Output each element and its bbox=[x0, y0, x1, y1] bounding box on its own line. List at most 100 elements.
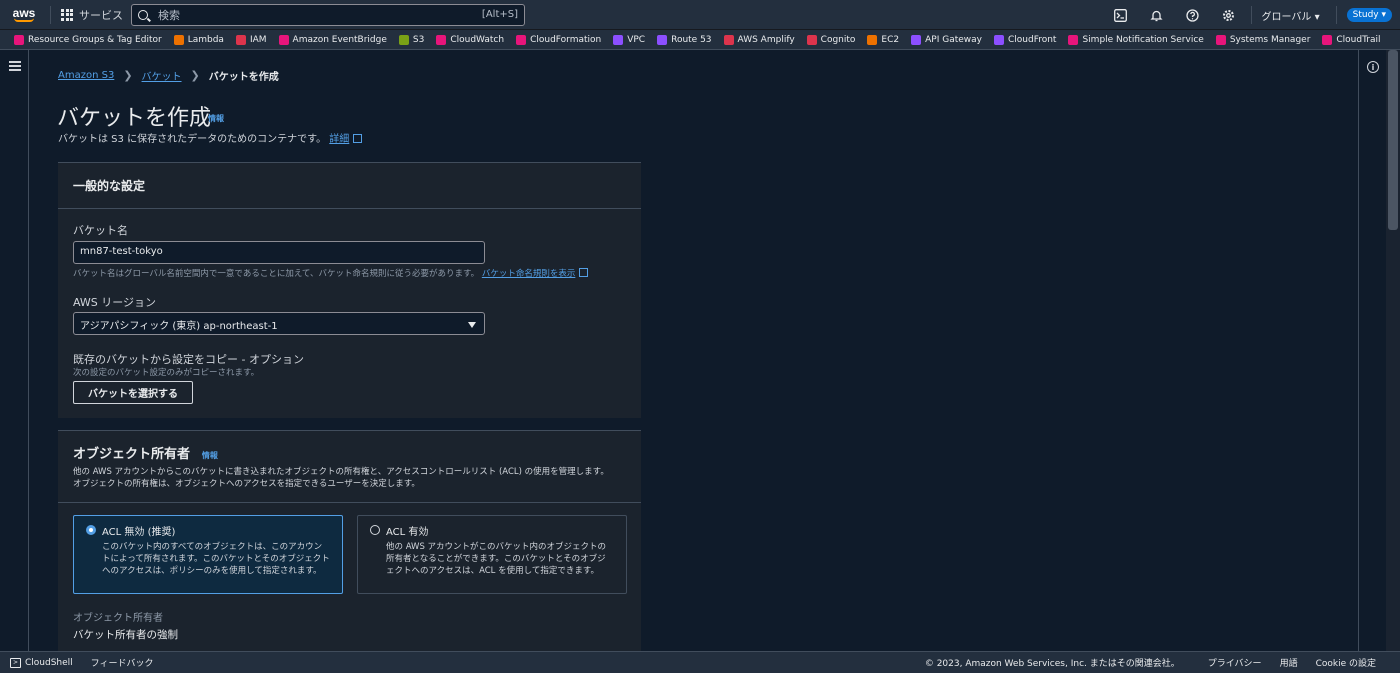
copy-settings-hint: 次の設定のバケット設定のみがコピーされます。 bbox=[73, 368, 260, 378]
choose-bucket-button[interactable]: バケットを選択する bbox=[73, 381, 193, 404]
bucket-naming-rules-link[interactable]: バケット命名規則を表示 bbox=[482, 269, 576, 279]
favorite-label: CloudWatch bbox=[450, 34, 505, 45]
acl-disabled-description: このバケット内のすべてのオブジェクトは、このアカウントによって所有されます。この… bbox=[102, 542, 330, 576]
favorite-label: S3 bbox=[412, 34, 425, 45]
footer: > CloudShell フィードバック © 2023, Amazon Web … bbox=[0, 651, 1400, 673]
favorite-label: Systems Manager bbox=[1229, 34, 1311, 45]
service-icon bbox=[613, 34, 624, 45]
bucket-name-label: バケット名 bbox=[73, 224, 128, 237]
search-input[interactable]: 検索 [Alt+S] bbox=[131, 3, 525, 26]
bucket-name-input[interactable]: mn87-test-tokyo bbox=[73, 241, 485, 264]
search-shortcut: [Alt+S] bbox=[481, 9, 518, 20]
aws-region-select[interactable]: アジアパシフィック (東京) ap-northeast-1 bbox=[73, 312, 485, 335]
radio-button-selected[interactable] bbox=[86, 525, 96, 535]
general-settings-header: 一般的な設定 bbox=[58, 163, 641, 209]
info-panel-icon[interactable]: i bbox=[1367, 61, 1379, 73]
aws-logo[interactable]: aws bbox=[10, 5, 38, 25]
service-icon bbox=[278, 34, 289, 45]
search-icon bbox=[138, 9, 148, 20]
gear-icon[interactable] bbox=[1222, 8, 1236, 22]
favorite-label: EC2 bbox=[881, 34, 900, 45]
favorites-bar: Resource Groups & Tag Editor Lambda IAM Ama… bbox=[0, 30, 1400, 50]
service-icon bbox=[867, 34, 878, 45]
favorite-route-53[interactable]: Route 53 bbox=[657, 34, 712, 45]
object-owner-value: バケット所有者の強制 bbox=[73, 629, 178, 641]
favorite-cognito[interactable]: Cognito bbox=[806, 34, 856, 45]
favorite-cloudtrail[interactable]: CloudTrail bbox=[1322, 34, 1381, 45]
favorite-api-gateway[interactable]: API Gateway bbox=[911, 34, 982, 45]
chevron-right-icon: ❯ bbox=[190, 69, 200, 82]
acl-disabled-option[interactable]: ACL 無効 (推奨) このバケット内のすべてのオブジェクトは、このアカウントに… bbox=[73, 515, 343, 594]
cloudshell-icon[interactable] bbox=[1114, 8, 1128, 22]
favorite-label: CloudFormation bbox=[530, 34, 602, 45]
external-link-icon bbox=[579, 268, 589, 277]
favorite-label: IAM bbox=[249, 34, 267, 45]
favorite-amazon-eventbridge[interactable]: Amazon EventBridge bbox=[278, 34, 387, 45]
scrollbar-thumb[interactable] bbox=[1388, 50, 1398, 230]
services-menu-button[interactable]: サービス bbox=[61, 7, 123, 23]
aws-region-label: AWS リージョン bbox=[73, 296, 157, 309]
feedback-link[interactable]: フィードバック bbox=[91, 656, 154, 669]
cloudshell-icon: > bbox=[10, 657, 21, 668]
favorite-label: Amazon EventBridge bbox=[292, 34, 387, 45]
aws-smile-icon bbox=[14, 18, 34, 22]
help-icon[interactable] bbox=[1186, 8, 1200, 22]
favorite-label: Simple Notification Service bbox=[1082, 34, 1204, 45]
breadcrumb-current: バケットを作成 bbox=[208, 72, 279, 83]
description-line: オブジェクトの所有権は、オブジェクトへのアクセスを指定できるユーザーを決定します… bbox=[73, 479, 420, 489]
breadcrumb-bucket-link[interactable]: バケット bbox=[142, 68, 182, 83]
breadcrumb-s3-link[interactable]: Amazon S3 bbox=[58, 70, 114, 81]
breadcrumb: Amazon S3 ❯ バケット ❯ バケットを作成 bbox=[58, 68, 279, 83]
bell-icon[interactable] bbox=[1150, 8, 1164, 22]
aws-region-value: アジアパシフィック (東京) ap-northeast-1 bbox=[80, 321, 278, 332]
menu-icon[interactable] bbox=[9, 61, 21, 71]
favorite-label: VPC bbox=[627, 34, 646, 45]
service-icon bbox=[1068, 34, 1079, 45]
info-link[interactable]: 情報 bbox=[202, 451, 218, 460]
service-icon bbox=[436, 34, 447, 45]
favorite-vpc[interactable]: VPC bbox=[613, 34, 646, 45]
privacy-link[interactable]: プライバシー bbox=[1208, 656, 1262, 669]
cookie-settings-link[interactable]: Cookie の設定 bbox=[1316, 656, 1376, 669]
favorite-label: Cognito bbox=[820, 34, 856, 45]
favorite-systems-manager[interactable]: Systems Manager bbox=[1215, 34, 1311, 45]
favorite-lambda[interactable]: Lambda bbox=[173, 34, 224, 45]
copyright-text: © 2023, Amazon Web Services, Inc. またはその関… bbox=[924, 659, 1180, 669]
favorite-aws-amplify[interactable]: AWS Amplify bbox=[723, 34, 795, 45]
info-link[interactable]: 情報 bbox=[208, 113, 224, 124]
favorite-ec2[interactable]: EC2 bbox=[867, 34, 900, 45]
region-selector[interactable]: グローバル ▾ bbox=[1262, 8, 1320, 23]
service-icon bbox=[723, 34, 734, 45]
bucket-name-hint-text: バケット名はグローバル名前空間内で一意であることに加えて、バケット命名規則に従う… bbox=[73, 269, 480, 279]
favorite-label: Resource Groups & Tag Editor bbox=[28, 34, 162, 45]
radio-button[interactable] bbox=[370, 525, 380, 535]
service-icon bbox=[911, 34, 922, 45]
service-icon bbox=[516, 34, 527, 45]
terms-link[interactable]: 用語 bbox=[1280, 656, 1298, 669]
side-divider bbox=[28, 50, 29, 651]
learn-more-link[interactable]: 詳細 bbox=[329, 134, 349, 145]
divider bbox=[50, 5, 51, 24]
scrollbar[interactable] bbox=[1386, 50, 1400, 651]
description-line: 他の AWS アカウントからこのバケットに書き込まれたオブジェクトの所有権と、ア… bbox=[73, 467, 609, 477]
search-placeholder: 検索 bbox=[158, 8, 180, 22]
favorite-cloudfront[interactable]: CloudFront bbox=[993, 34, 1056, 45]
favorite-label: API Gateway bbox=[925, 34, 982, 45]
chevron-right-icon: ❯ bbox=[123, 69, 133, 82]
acl-enabled-description: 他の AWS アカウントがこのバケット内のオブジェクトの所有者となることができま… bbox=[386, 542, 607, 576]
favorite-resource-groups-tag-editor[interactable]: Resource Groups & Tag Editor bbox=[14, 34, 162, 45]
side-divider bbox=[1358, 50, 1359, 651]
favorite-s3[interactable]: S3 bbox=[398, 34, 425, 45]
account-menu-button[interactable]: Study ▾ bbox=[1346, 8, 1392, 22]
cloudshell-link[interactable]: CloudShell bbox=[25, 658, 73, 668]
favorite-iam[interactable]: IAM bbox=[235, 34, 267, 45]
copy-settings-label: 既存のバケットから設定をコピー - オプション bbox=[73, 353, 304, 366]
favorite-cloudformation[interactable]: CloudFormation bbox=[516, 34, 602, 45]
acl-enabled-option[interactable]: ACL 有効 他の AWS アカウントがこのバケット内のオブジェクトの所有者とな… bbox=[357, 515, 627, 594]
general-settings-panel: 一般的な設定 バケット名 mn87-test-tokyo バケット名はグローバル… bbox=[58, 162, 641, 418]
service-icon bbox=[14, 34, 24, 45]
acl-enabled-title: ACL 有効 bbox=[386, 527, 429, 538]
favorite-simple-notification-service[interactable]: Simple Notification Service bbox=[1068, 34, 1204, 45]
service-icon bbox=[1322, 34, 1333, 45]
favorite-cloudwatch[interactable]: CloudWatch bbox=[436, 34, 505, 45]
